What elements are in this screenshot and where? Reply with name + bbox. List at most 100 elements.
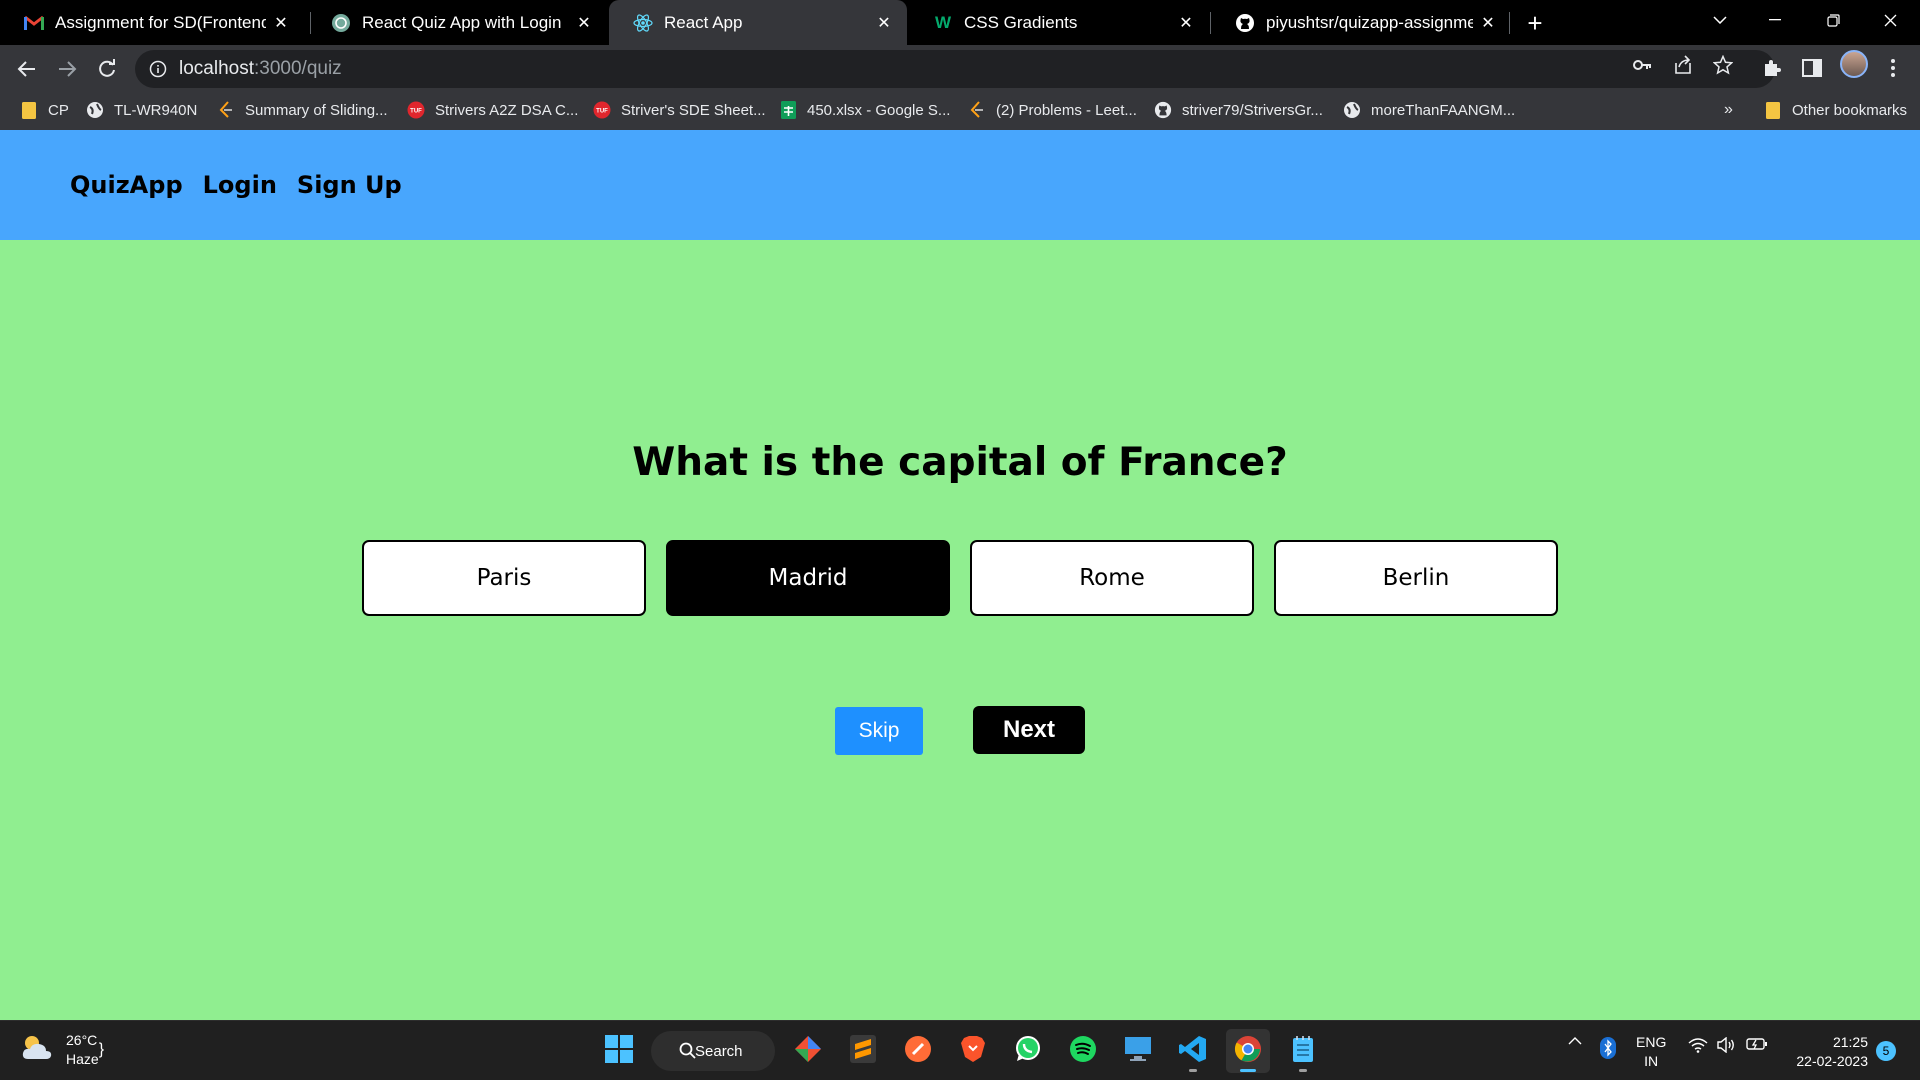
tuf-icon: TUF [407, 101, 425, 119]
reload-button[interactable] [89, 51, 125, 87]
close-icon[interactable]: ✕ [1177, 13, 1195, 33]
folder-icon [20, 101, 38, 119]
battery-icon[interactable] [1746, 1037, 1768, 1051]
option-paris[interactable]: Paris [362, 540, 646, 616]
tab-title: piyushtsr/quizapp-assignment [1266, 12, 1473, 32]
bookmark-label: 450.xlsx - Google S... [807, 101, 951, 119]
close-window-button[interactable] [1870, 0, 1910, 40]
taskbar-app-desktop[interactable] [1116, 1029, 1160, 1073]
bookmark-label: Summary of Sliding... [245, 101, 388, 119]
svg-text:TUF: TUF [410, 109, 422, 115]
bookmark-cp[interactable]: CP [20, 100, 69, 120]
chatgpt-icon [331, 13, 351, 33]
tab-chatgpt[interactable]: React Quiz App with Login ✕ [307, 0, 607, 45]
taskbar-search[interactable]: Search [651, 1031, 775, 1071]
tuf-icon: TUF [593, 101, 611, 119]
close-icon[interactable]: ✕ [1479, 13, 1497, 33]
signup-link[interactable]: Sign Up [297, 171, 402, 199]
brand-link[interactable]: QuizApp [70, 171, 183, 199]
bookmark-450-sheet[interactable]: 450.xlsx - Google S... [779, 100, 950, 120]
running-indicator [1240, 1069, 1256, 1072]
leetcode-icon [968, 101, 986, 119]
notification-badge[interactable]: 5 [1876, 1041, 1896, 1061]
system-clock[interactable]: 21:25 22-02-2023 [1786, 1033, 1868, 1071]
globe-icon [86, 101, 104, 119]
chevron-up-icon[interactable] [1568, 1037, 1582, 1045]
login-link[interactable]: Login [203, 171, 277, 199]
taskbar-app-vscode[interactable] [1171, 1029, 1215, 1073]
share-icon[interactable] [1673, 55, 1693, 75]
back-button[interactable] [9, 51, 45, 87]
menu-icon[interactable] [1878, 53, 1908, 83]
bluetooth-icon[interactable] [1600, 1037, 1616, 1059]
github-icon [1235, 13, 1255, 33]
restore-button[interactable] [1813, 0, 1853, 40]
tab-search-button[interactable] [1700, 0, 1740, 40]
taskbar-app-git[interactable] [786, 1029, 830, 1073]
taskbar-app-chrome[interactable] [1226, 1029, 1270, 1073]
star-icon[interactable] [1712, 54, 1734, 75]
profile-avatar[interactable] [1840, 50, 1868, 78]
key-icon[interactable] [1632, 55, 1652, 75]
more-bookmarks-button[interactable]: » [1724, 100, 1733, 120]
bookmark-label: (2) Problems - Leet... [996, 101, 1137, 119]
bookmark-label: Strivers A2Z DSA C... [435, 101, 579, 119]
volume-icon[interactable] [1716, 1037, 1736, 1053]
bookmark-label: TL-WR940N [114, 101, 198, 119]
taskbar-app-brave[interactable] [951, 1029, 995, 1073]
other-bookmarks[interactable]: Other bookmarks [1764, 100, 1907, 120]
bookmark-striver-github[interactable]: striver79/StriversGr... [1154, 100, 1323, 120]
taskbar-app-postman[interactable] [896, 1029, 940, 1073]
bookmark-morethanfaang[interactable]: moreThanFAANGM... [1343, 100, 1515, 120]
lang-region: IN [1644, 1053, 1659, 1069]
lang-code: ENG [1636, 1034, 1667, 1050]
info-icon[interactable] [149, 60, 167, 78]
close-icon[interactable]: ✕ [272, 13, 290, 33]
option-berlin[interactable]: Berlin [1274, 540, 1558, 616]
close-icon[interactable]: ✕ [575, 13, 593, 33]
search-icon [679, 1042, 696, 1063]
side-panel-icon[interactable] [1797, 53, 1827, 83]
language-indicator[interactable]: ENG IN [1636, 1033, 1666, 1071]
new-tab-button[interactable]: + [1518, 6, 1552, 40]
clock-date: 22-02-2023 [1796, 1053, 1868, 1069]
wifi-icon[interactable] [1688, 1037, 1708, 1053]
monitor-icon [1124, 1036, 1152, 1067]
taskbar-app-notepad[interactable] [1281, 1029, 1325, 1073]
option-madrid[interactable]: Madrid [666, 540, 950, 616]
postman-icon [904, 1035, 932, 1068]
tab-css-gradients[interactable]: W CSS Gradients ✕ [909, 0, 1209, 45]
bookmark-sliding[interactable]: Summary of Sliding... [217, 100, 388, 120]
git-icon [794, 1035, 822, 1068]
forward-button[interactable] [49, 51, 85, 87]
bookmark-sde-sheet[interactable]: TUF Striver's SDE Sheet... [593, 100, 766, 120]
search-label: Search [695, 1042, 743, 1060]
bookmark-a2z[interactable]: TUF Strivers A2Z DSA C... [407, 100, 578, 120]
skip-button[interactable]: Skip [835, 707, 923, 755]
tab-github[interactable]: piyushtsr/quizapp-assignment ✕ [1211, 0, 1511, 45]
react-icon [633, 13, 653, 33]
tab-react-app[interactable]: React App ✕ [609, 0, 907, 45]
tab-gmail[interactable]: Assignment for SD(Frontend) Inte ✕ [0, 0, 304, 45]
next-button[interactable]: Next [973, 706, 1085, 754]
taskbar-app-sublime[interactable] [841, 1029, 885, 1073]
weather-widget[interactable]: 26°C Haze } [20, 1031, 104, 1069]
brave-icon [960, 1035, 986, 1068]
tab-title: React App [664, 12, 743, 32]
option-rome[interactable]: Rome [970, 540, 1254, 616]
sheets-icon [779, 101, 797, 119]
minimize-button[interactable] [1755, 0, 1795, 40]
weather-desc: Haze [66, 1051, 99, 1067]
extensions-icon[interactable] [1757, 53, 1787, 83]
bookmark-tl-wr940n[interactable]: TL-WR940N [86, 100, 197, 120]
tab-title: Assignment for SD(Frontend) Inte [55, 12, 266, 32]
question-text: What is the capital of France? [632, 440, 1288, 485]
address-bar[interactable]: localhost:3000/quiz [135, 50, 1775, 88]
start-button[interactable] [597, 1029, 641, 1073]
taskbar-app-whatsapp[interactable] [1006, 1029, 1050, 1073]
bookmarks-bar: CP TL-WR940N Summary of Sliding... TUF S… [0, 90, 1920, 130]
app-navbar: QuizApp Login Sign Up [0, 130, 1920, 240]
close-icon[interactable]: ✕ [875, 13, 893, 33]
bookmark-leetcode-problems[interactable]: (2) Problems - Leet... [968, 100, 1137, 120]
taskbar-app-spotify[interactable] [1061, 1029, 1105, 1073]
